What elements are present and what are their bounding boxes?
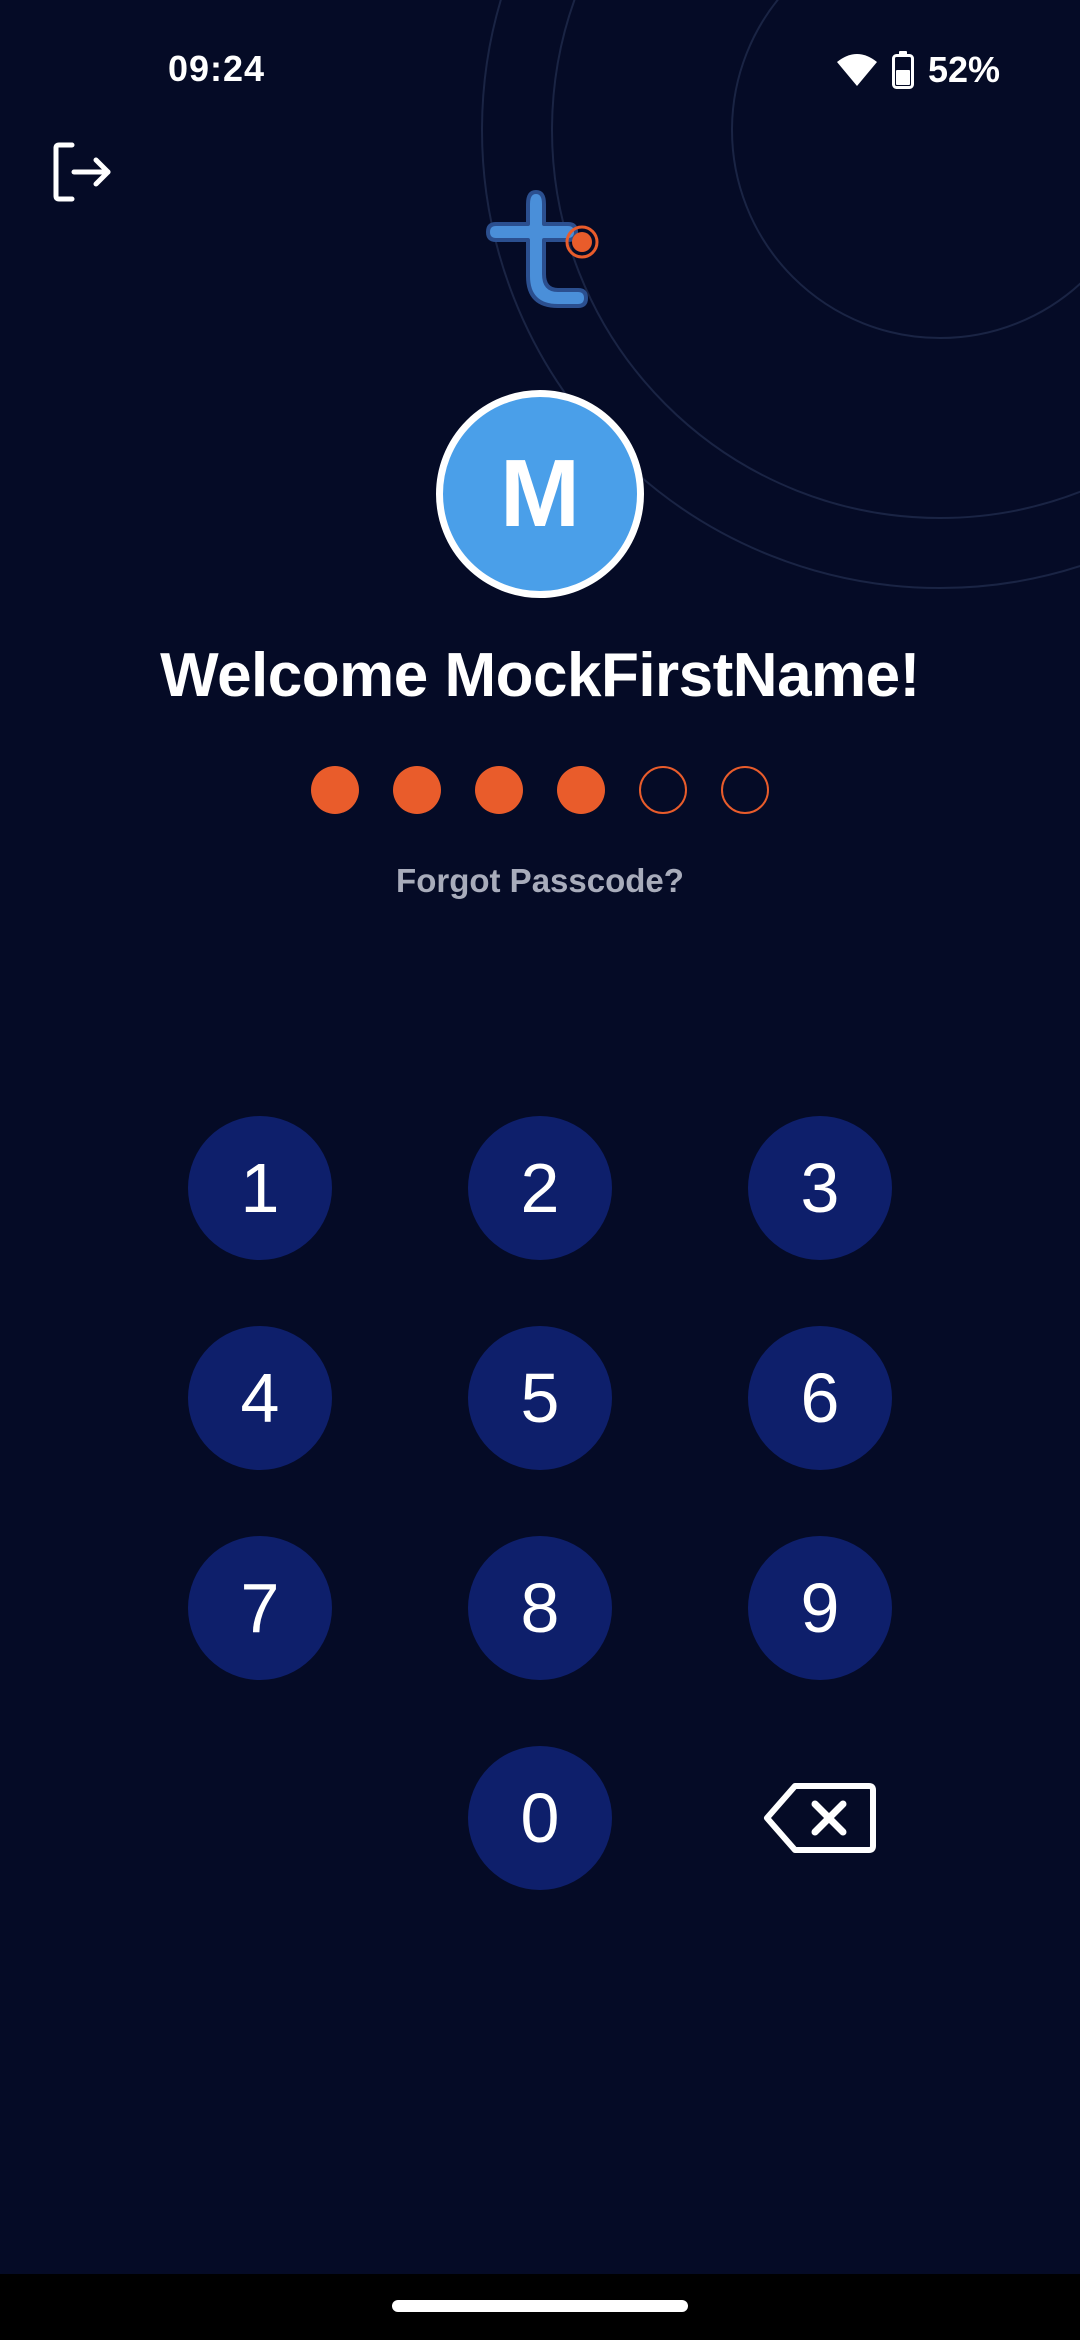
passcode-dot-filled — [393, 766, 441, 814]
keypad-key-5[interactable]: 5 — [468, 1326, 612, 1470]
brand-logo — [486, 190, 599, 308]
passcode-dot-filled — [557, 766, 605, 814]
backspace-icon — [764, 1783, 876, 1853]
keypad-key-0[interactable]: 0 — [468, 1746, 612, 1890]
passcode-screen: 09:24 52% M Welcome MockFirstName! Forgo… — [0, 0, 1080, 2340]
passcode-dot-empty — [639, 766, 687, 814]
backspace-button[interactable] — [748, 1746, 892, 1890]
forgot-passcode-link[interactable]: Forgot Passcode? — [0, 862, 1080, 900]
status-time: 09:24 — [168, 48, 266, 89]
status-bar: 09:24 52% — [0, 0, 1080, 140]
avatar: M — [436, 390, 644, 598]
logout-button[interactable] — [44, 134, 120, 210]
keypad-key-8[interactable]: 8 — [468, 1536, 612, 1680]
passcode-indicator — [0, 766, 1080, 816]
keypad-key-9[interactable]: 9 — [748, 1536, 892, 1680]
keypad-key-7[interactable]: 7 — [188, 1536, 332, 1680]
keypad-key-6[interactable]: 6 — [748, 1326, 892, 1470]
keypad-key-3[interactable]: 3 — [748, 1116, 892, 1260]
keypad-key-2[interactable]: 2 — [468, 1116, 612, 1260]
logout-icon — [53, 142, 111, 202]
battery-icon — [891, 51, 914, 89]
battery-percentage: 52% — [927, 49, 1000, 90]
keypad-key-1[interactable]: 1 — [188, 1116, 332, 1260]
keypad-key-4[interactable]: 4 — [188, 1326, 332, 1470]
passcode-dot-empty — [721, 766, 769, 814]
passcode-dot-filled — [311, 766, 359, 814]
wifi-icon — [836, 54, 877, 86]
avatar-initial: M — [500, 440, 580, 547]
welcome-heading: Welcome MockFirstName! — [160, 641, 920, 710]
passcode-dot-filled — [475, 766, 523, 814]
status-icons: 52% — [836, 46, 1000, 94]
home-indicator[interactable] — [392, 2300, 688, 2312]
